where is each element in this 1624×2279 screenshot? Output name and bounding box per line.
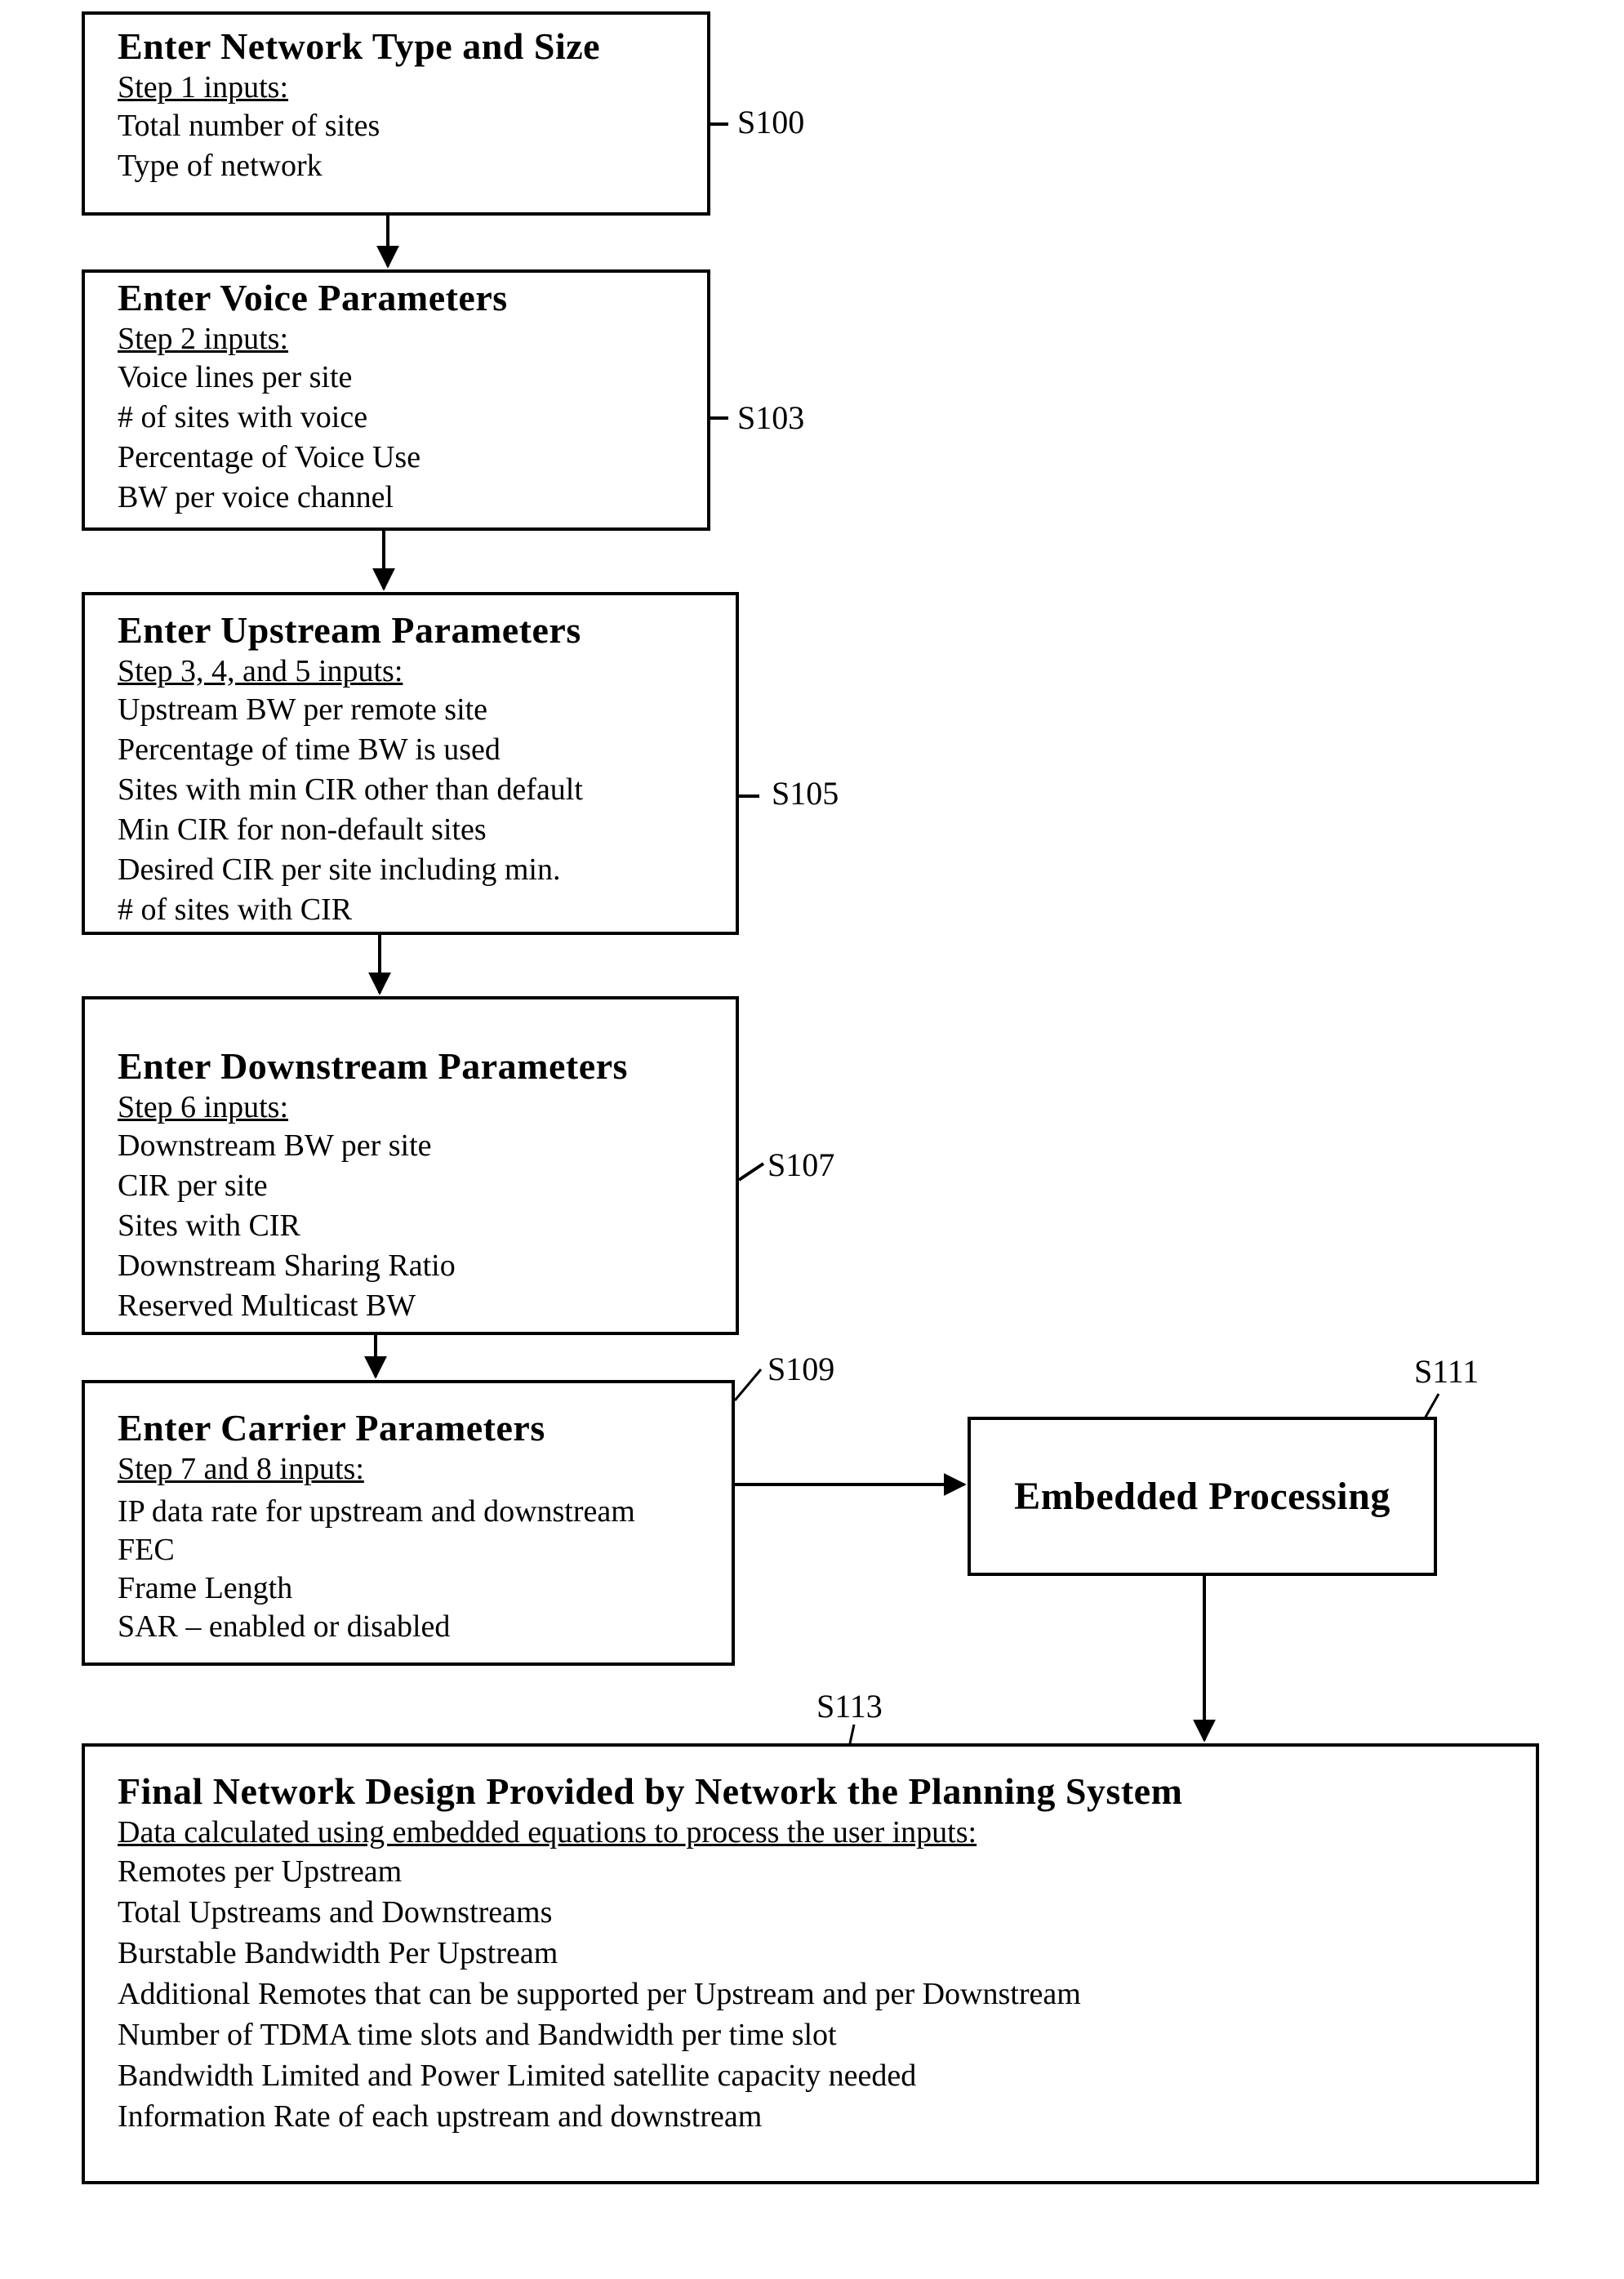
list-item: Upstream BW per remote site <box>118 692 488 727</box>
ref-label-s105: S105 <box>772 775 839 812</box>
result-subtitle: Data calculated using embedded equations… <box>118 1815 977 1849</box>
list-item: Burstable Bandwidth Per Upstream <box>118 1936 558 1970</box>
step-box-downstream-parameters: Enter Downstream Parameters Step 6 input… <box>82 996 739 1335</box>
list-item: Number of TDMA time slots and Bandwidth … <box>118 2018 837 2052</box>
list-item: Sites with min CIR other than default <box>118 772 583 807</box>
step-title: Enter Downstream Parameters <box>118 1045 628 1087</box>
list-item: BW per voice channel <box>118 480 394 514</box>
step-title: Enter Upstream Parameters <box>118 609 581 651</box>
final-network-design-box: Final Network Design Provided by Network… <box>82 1743 1539 2184</box>
list-item: Sites with CIR <box>118 1208 300 1243</box>
step-input-list: IP data rate for upstream and downstream… <box>118 1493 732 1646</box>
list-item: Additional Remotes that can be supported… <box>118 1977 1081 2011</box>
list-item: IP data rate for upstream and downstream <box>118 1494 635 1529</box>
list-item: Reserved Multicast BW <box>118 1289 416 1323</box>
list-item: Total Upstreams and Downstreams <box>118 1895 553 1930</box>
step-subtitle: Step 1 inputs: <box>118 70 289 105</box>
embedded-processing-box: Embedded Processing <box>968 1417 1437 1576</box>
ref-label-s100: S100 <box>737 104 805 140</box>
list-item: Type of network <box>118 149 323 183</box>
list-item: FEC <box>118 1533 175 1567</box>
list-item: Total number of sites <box>118 109 380 143</box>
list-item: # of sites with voice <box>118 400 368 434</box>
ref-label-s103: S103 <box>737 399 805 436</box>
step-subtitle: Step 6 inputs: <box>118 1090 289 1124</box>
step-input-list: Total number of sites Type of network <box>118 106 707 186</box>
step-input-list: Voice lines per site # of sites with voi… <box>118 358 707 518</box>
processing-title: Embedded Processing <box>1014 1474 1390 1518</box>
list-item: Desired CIR per site including min. <box>118 852 561 887</box>
list-item: Min CIR for non-default sites <box>118 812 487 847</box>
list-item: Frame Length <box>118 1571 293 1605</box>
step-box-upstream-parameters: Enter Upstream Parameters Step 3, 4, and… <box>82 592 739 935</box>
result-title: Final Network Design Provided by Network… <box>118 1770 1183 1812</box>
step-subtitle: Step 2 inputs: <box>118 322 289 356</box>
list-item: Remotes per Upstream <box>118 1854 403 1889</box>
ref-label-s109: S109 <box>768 1351 835 1387</box>
list-item: Percentage of Voice Use <box>118 440 421 474</box>
list-item: Voice lines per site <box>118 360 353 394</box>
list-item: Downstream BW per site <box>118 1128 432 1163</box>
ref-label-s111: S111 <box>1414 1353 1479 1390</box>
step-input-list: Upstream BW per remote site Percentage o… <box>118 690 736 930</box>
list-item: CIR per site <box>118 1168 268 1203</box>
leader-s113 <box>848 1724 856 1744</box>
ref-label-s113: S113 <box>816 1688 883 1725</box>
leader-s107 <box>737 1162 765 1182</box>
step-box-voice-parameters: Enter Voice Parameters Step 2 inputs: Vo… <box>82 269 710 531</box>
step-title: Enter Carrier Parameters <box>118 1407 545 1449</box>
list-item: Bandwidth Limited and Power Limited sate… <box>118 2059 917 2093</box>
list-item: Downstream Sharing Ratio <box>118 1249 456 1283</box>
step-box-carrier-parameters: Enter Carrier Parameters Step 7 and 8 in… <box>82 1380 735 1666</box>
leader-s111 <box>1423 1393 1440 1419</box>
list-item: Percentage of time BW is used <box>118 732 501 767</box>
step-subtitle: Step 3, 4, and 5 inputs: <box>118 654 403 688</box>
step-title: Enter Voice Parameters <box>118 277 508 318</box>
ref-label-s107: S107 <box>768 1146 835 1183</box>
list-item: SAR – enabled or disabled <box>118 1609 451 1644</box>
step-box-network-type-size: Enter Network Type and Size Step 1 input… <box>82 11 710 216</box>
step-input-list: Downstream BW per site CIR per site Site… <box>118 1126 736 1326</box>
list-item: # of sites with CIR <box>118 892 353 927</box>
list-item: Information Rate of each upstream and do… <box>118 2099 763 2134</box>
leader-s109 <box>733 1369 763 1401</box>
step-subtitle: Step 7 and 8 inputs: <box>118 1452 364 1486</box>
step-title: Enter Network Type and Size <box>118 25 601 67</box>
result-output-list: Remotes per Upstream Total Upstreams and… <box>118 1851 1536 2137</box>
